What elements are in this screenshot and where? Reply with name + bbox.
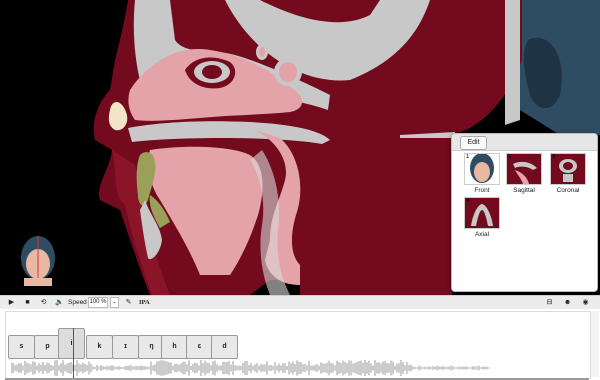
timeline-track: s p i k ɪ ŋ h ɛ d: [5, 311, 591, 379]
play-icon[interactable]: ▶: [6, 297, 17, 308]
view-sagittal[interactable]: 2 Sagittal: [504, 153, 544, 194]
stop-icon[interactable]: ■: [22, 297, 33, 308]
phoneme-s[interactable]: s: [8, 335, 35, 359]
front-thumbnail: 1: [464, 153, 500, 185]
phoneme-p[interactable]: p: [34, 335, 61, 359]
subtitle-icon[interactable]: ⊟: [544, 297, 555, 308]
loop-icon[interactable]: ⟲: [38, 297, 49, 308]
phoneme-h[interactable]: h: [161, 335, 188, 359]
speed-input[interactable]: 100 %: [88, 297, 108, 308]
view-coronal[interactable]: 3 Coronal: [548, 153, 588, 194]
views-popover: Edit 1 Front 2 Sagittal 3 Coronal 4 Axia…: [451, 133, 598, 292]
speed-stepper[interactable]: ⌄: [110, 297, 119, 308]
phoneme-ih[interactable]: ɪ: [112, 335, 139, 359]
zoom-scrollbar[interactable]: [590, 311, 599, 377]
phoneme-k[interactable]: k: [86, 335, 113, 359]
audio-waveform: [11, 360, 490, 376]
speed-label: Speed: [68, 299, 87, 306]
3d-viewport[interactable]: Edit 1 Front 2 Sagittal 3 Coronal 4 Axia…: [0, 0, 600, 295]
speaker-icon[interactable]: 🔈: [54, 297, 65, 308]
view-label: Front: [474, 187, 490, 194]
phoneme-timeline[interactable]: s p i k ɪ ŋ h ɛ d: [0, 309, 600, 380]
axial-thumbnail: 4: [464, 197, 500, 229]
playback-toolbar: ▶ ■ ⟲ 🔈 Speed 100 % ⌄ ✎ IPA ⊟ ☻ ◉: [0, 295, 600, 310]
phoneme-i-selected[interactable]: i: [58, 328, 85, 359]
edit-icon[interactable]: ✎: [123, 297, 134, 308]
view-axial[interactable]: 4 Axial: [462, 197, 502, 238]
view-label: Sagittal: [513, 187, 535, 194]
playhead[interactable]: [73, 328, 74, 378]
orientation-avatar: [21, 236, 55, 286]
phoneme-eh[interactable]: ɛ: [186, 335, 213, 359]
eye-icon[interactable]: ◉: [580, 297, 591, 308]
head-icon[interactable]: ☻: [562, 297, 573, 308]
view-label: Coronal: [556, 187, 580, 194]
coronal-thumbnail: 3: [550, 153, 586, 185]
ipa-button[interactable]: IPA: [139, 297, 150, 308]
view-label: Axial: [474, 231, 490, 238]
sagittal-thumbnail: 2: [506, 153, 542, 185]
view-front[interactable]: 1 Front: [462, 153, 502, 194]
edit-button[interactable]: Edit: [460, 136, 487, 150]
phoneme-d[interactable]: d: [211, 335, 238, 359]
popover-header: Edit: [452, 134, 597, 151]
